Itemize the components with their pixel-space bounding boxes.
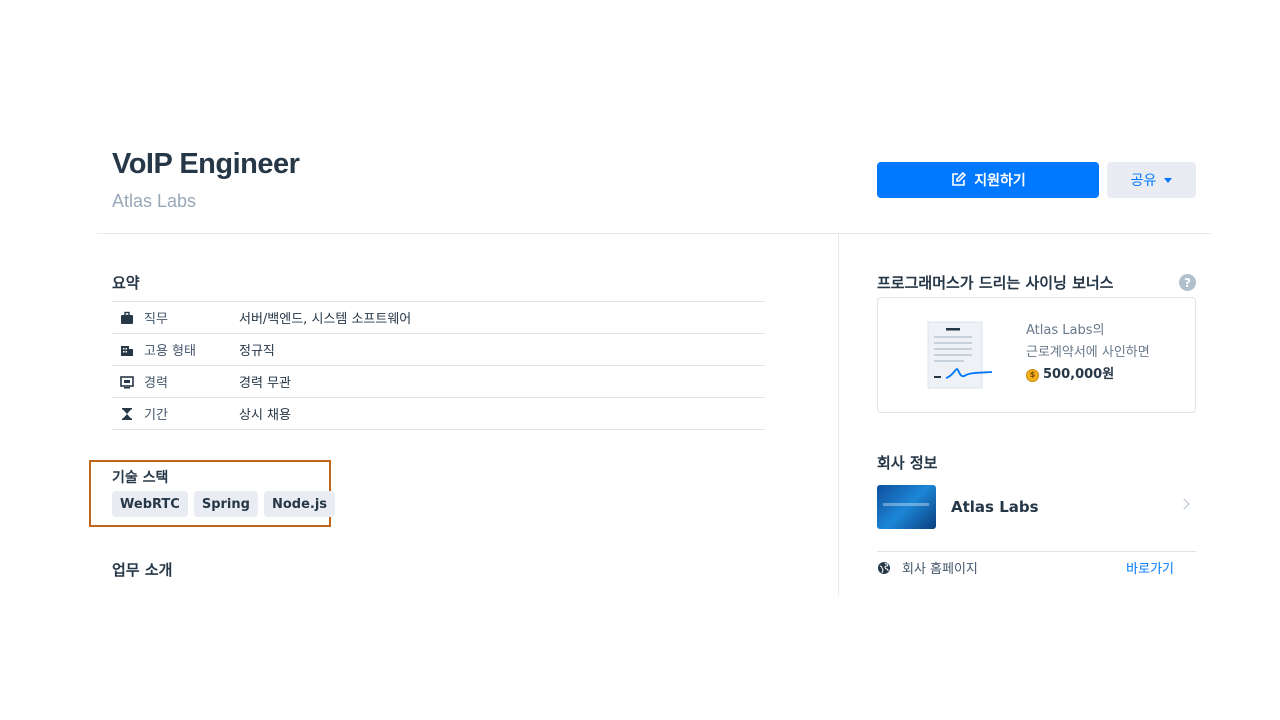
tech-tag[interactable]: Node.js [263,491,336,517]
tech-stack-title: 기술 스택 [112,470,169,486]
share-button[interactable]: 공유 [1107,162,1196,198]
caret-down-icon [1164,177,1173,183]
summary-label: 기간 [144,408,168,423]
intro-title: 업무 소개 [112,561,173,579]
summary-label: 직무 [144,312,168,327]
summary-row-employment: 고용 형태 정규직 [112,334,765,366]
apply-button[interactable]: 지원하기 [877,162,1099,198]
summary-row-period: 기간 상시 채용 [112,398,765,430]
bonus-amount: 500,000원 [1043,367,1115,382]
summary-value: 상시 채용 [239,408,291,423]
edit-icon [952,172,967,186]
summary-title: 요약 [112,274,140,292]
tech-tag[interactable]: WebRTC [112,491,188,517]
bonus-line-2: 근로계약서에 사인하면 [1026,345,1150,360]
summary-label: 고용 형태 [144,344,196,359]
homepage-link[interactable]: 바로가기 [1126,558,1174,577]
summary-table: 직무 서버/백엔드, 시스템 소프트웨어 고용 형태 정규직 경력 경력 무관 … [112,301,765,430]
summary-section: 요약 직무 서버/백엔드, 시스템 소프트웨어 고용 형태 정규직 경력 경력 … [112,272,765,430]
monitor-icon [120,375,134,389]
company-logo [877,485,936,529]
bonus-title: 프로그래머스가 드리는 사이닝 보너스 [877,274,1114,292]
homepage-row: 회사 홈페이지 바로가기 [877,551,1196,583]
summary-value: 경력 무관 [239,376,291,391]
share-label: 공유 [1130,173,1157,189]
company-link-row[interactable]: Atlas Labs [877,484,1196,530]
job-title: VoIP Engineer [112,148,300,180]
contract-document-icon [927,321,993,389]
tech-tag[interactable]: Spring [193,491,258,517]
chevron-right-icon [1178,498,1190,510]
header-divider [97,233,1211,234]
bonus-card: Atlas Labs의 근로계약서에 사인하면 $ 500,000원 [877,297,1196,413]
building-icon [120,343,134,357]
summary-label: 경력 [144,376,168,391]
hourglass-icon [120,407,134,421]
company-info-title: 회사 정보 [877,454,938,472]
help-icon[interactable]: ? [1179,274,1196,291]
tech-stack-section: 기술 스택 WebRTC Spring Node.js [89,460,336,527]
summary-row-role: 직무 서버/백엔드, 시스템 소프트웨어 [112,302,765,334]
globe-icon [878,561,890,574]
tech-stack-tags: WebRTC Spring Node.js [112,491,336,517]
company-info-name: Atlas Labs [951,498,1039,516]
apply-label: 지원하기 [974,173,1026,189]
bonus-line-1: Atlas Labs의 [1026,323,1105,338]
summary-value: 정규직 [239,344,275,359]
homepage-label: 회사 홈페이지 [902,562,978,577]
column-divider [838,234,839,596]
job-header: VoIP Engineer Atlas Labs [112,148,300,212]
company-name[interactable]: Atlas Labs [112,191,299,212]
summary-row-experience: 경력 경력 무관 [112,366,765,398]
bonus-amount-row: $ 500,000원 [1026,364,1150,386]
summary-value: 서버/백엔드, 시스템 소프트웨어 [239,312,412,327]
coin-icon: $ [1026,368,1039,382]
briefcase-icon [120,311,134,325]
bonus-text: Atlas Labs의 근로계약서에 사인하면 $ 500,000원 [1026,320,1150,386]
